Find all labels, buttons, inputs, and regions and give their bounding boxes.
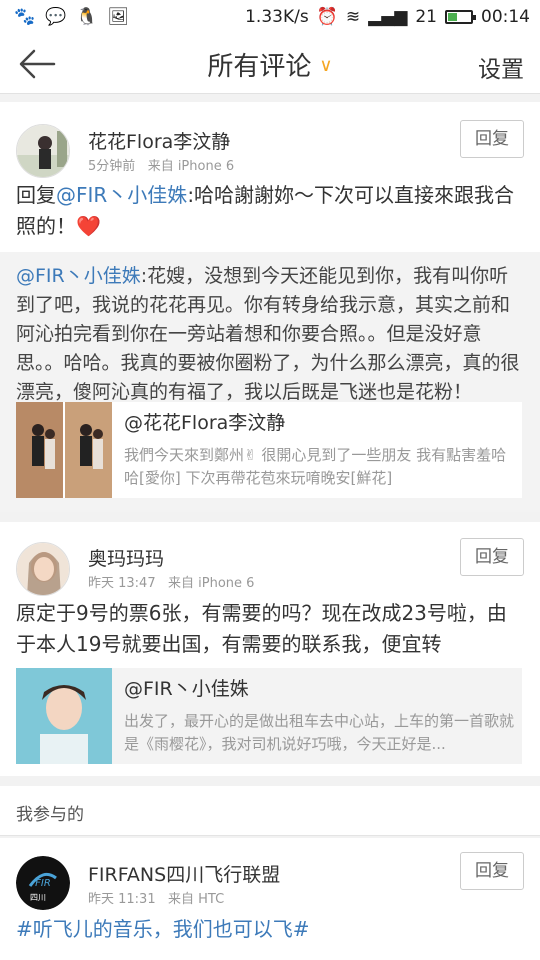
reply-button[interactable]: 回复 — [460, 538, 524, 576]
comment-card: 花花Flora李汶静 5分钟前 来自 iPhone 6 回复 回复@FIR丶小佳… — [0, 102, 540, 512]
avatar[interactable] — [16, 124, 70, 178]
comment-time: 昨天 11:31 — [88, 892, 156, 907]
clock: 00:14 — [481, 7, 530, 27]
wifi-icon: ≋ — [345, 7, 361, 27]
avatar[interactable] — [16, 542, 70, 596]
quoted-text: @FIR丶小佳姝:花嫂，没想到今天还能见到你，我有叫你听到了吧，我说的花花再见。… — [16, 265, 520, 403]
comment-meta: 5分钟前 来自 iPhone 6 — [88, 155, 234, 174]
status-bar: 🐾 💬 🐧 🖼 1.33K/s ⏰ ≋ ▂▄▆ 21 00:14 — [0, 0, 540, 34]
comment-text: 回复@FIR丶小佳姝:哈哈謝謝妳～下次可以直接來跟我合照的！❤️ — [16, 183, 515, 238]
username[interactable]: 花花Flora李汶静 — [88, 127, 230, 154]
mention-link[interactable]: @FIR丶小佳姝 — [56, 183, 187, 207]
embedded-post[interactable]: @FIR丶小佳姝 出发了，最开心的是做出租车去中心站，上车的第一首歌就是《雨樱花… — [16, 668, 522, 764]
battery-icon — [445, 10, 476, 24]
qq-icon: 🐧 — [76, 7, 98, 27]
avatar-caption: 四川 — [30, 893, 46, 902]
reply-button[interactable]: 回复 — [460, 120, 524, 158]
image-icon: 🖼 — [107, 7, 130, 27]
comment-card: 奥玛玛玛 昨天 13:47 来自 iPhone 6 回复 原定于9号的票6张，有… — [0, 522, 540, 776]
chevron-down-icon: ∨ — [319, 55, 333, 76]
page-title[interactable]: 所有评论 ∨ — [0, 46, 540, 83]
settings-button[interactable]: 设置 — [478, 50, 524, 84]
comment-source: 来自 iPhone 6 — [168, 576, 255, 591]
embedded-post-title: @FIR丶小佳姝 — [124, 678, 249, 700]
embedded-post-description: 我們今天來到鄭州✌ 很開心見到了一些朋友 我有點害羞哈哈[愛你] 下次再帶花苞來… — [124, 446, 507, 487]
comment-text: 原定于9号的票6张，有需要的吗？现在改成23号啦，由于本人19号就要出国，有需要… — [16, 601, 507, 656]
comment-meta: 昨天 11:31 来自 HTC — [88, 888, 224, 907]
post-thumbnail — [16, 668, 112, 764]
embedded-post[interactable]: @花花Flora李汶静 我們今天來到鄭州✌ 很開心見到了一些朋友 我有點害羞哈哈… — [16, 402, 522, 498]
signal-value: 21 — [415, 7, 437, 27]
paw-icon: 🐾 — [14, 7, 36, 27]
quoted-comment[interactable]: @FIR丶小佳姝:花嫂，没想到今天还能见到你，我有叫你听到了吧，我说的花花再见。… — [0, 252, 540, 512]
comment-source: 来自 HTC — [168, 892, 225, 907]
comment-time: 昨天 13:47 — [88, 576, 156, 591]
signal-icon: ▂▄▆ — [368, 7, 408, 27]
comment-time: 5分钟前 — [88, 159, 136, 174]
status-icons-left: 🐾 💬 🐧 🖼 — [14, 7, 129, 27]
comment-source: 来自 iPhone 6 — [147, 159, 235, 174]
heart-icon: ❤️ — [76, 214, 101, 238]
participated-card: FIR 四川 FIRFANS四川飞行联盟 昨天 11:31 来自 HTC 回复 … — [0, 838, 540, 960]
username[interactable]: 奥玛玛玛 — [88, 544, 164, 571]
embedded-post-description: 出发了，最开心的是做出租车去中心站，上车的第一首歌就是《雨樱花》，我对司机说好巧… — [124, 712, 515, 753]
nav-bar: 所有评论 ∨ 设置 — [0, 34, 540, 94]
network-speed: 1.33K/s — [245, 7, 309, 27]
comment-meta: 昨天 13:47 来自 iPhone 6 — [88, 572, 254, 591]
embedded-post-title: @花花Flora李汶静 — [124, 412, 286, 434]
hashtag-text[interactable]: #听飞儿的音乐，我们也可以飞# — [16, 914, 524, 945]
status-icons-right: 1.33K/s ⏰ ≋ ▂▄▆ 21 00:14 — [245, 7, 530, 27]
avatar[interactable]: FIR 四川 — [16, 856, 70, 910]
svg-text:FIR: FIR — [35, 878, 51, 889]
mention-link[interactable]: @FIR丶小佳姝 — [16, 265, 141, 287]
chat-icon: 💬 — [45, 7, 67, 27]
section-header: 我参与的 — [0, 786, 540, 836]
reply-button[interactable]: 回复 — [460, 852, 524, 890]
username[interactable]: FIRFANS四川飞行联盟 — [88, 860, 280, 887]
post-thumbnail — [16, 402, 112, 498]
alarm-icon: ⏰ — [316, 7, 338, 27]
